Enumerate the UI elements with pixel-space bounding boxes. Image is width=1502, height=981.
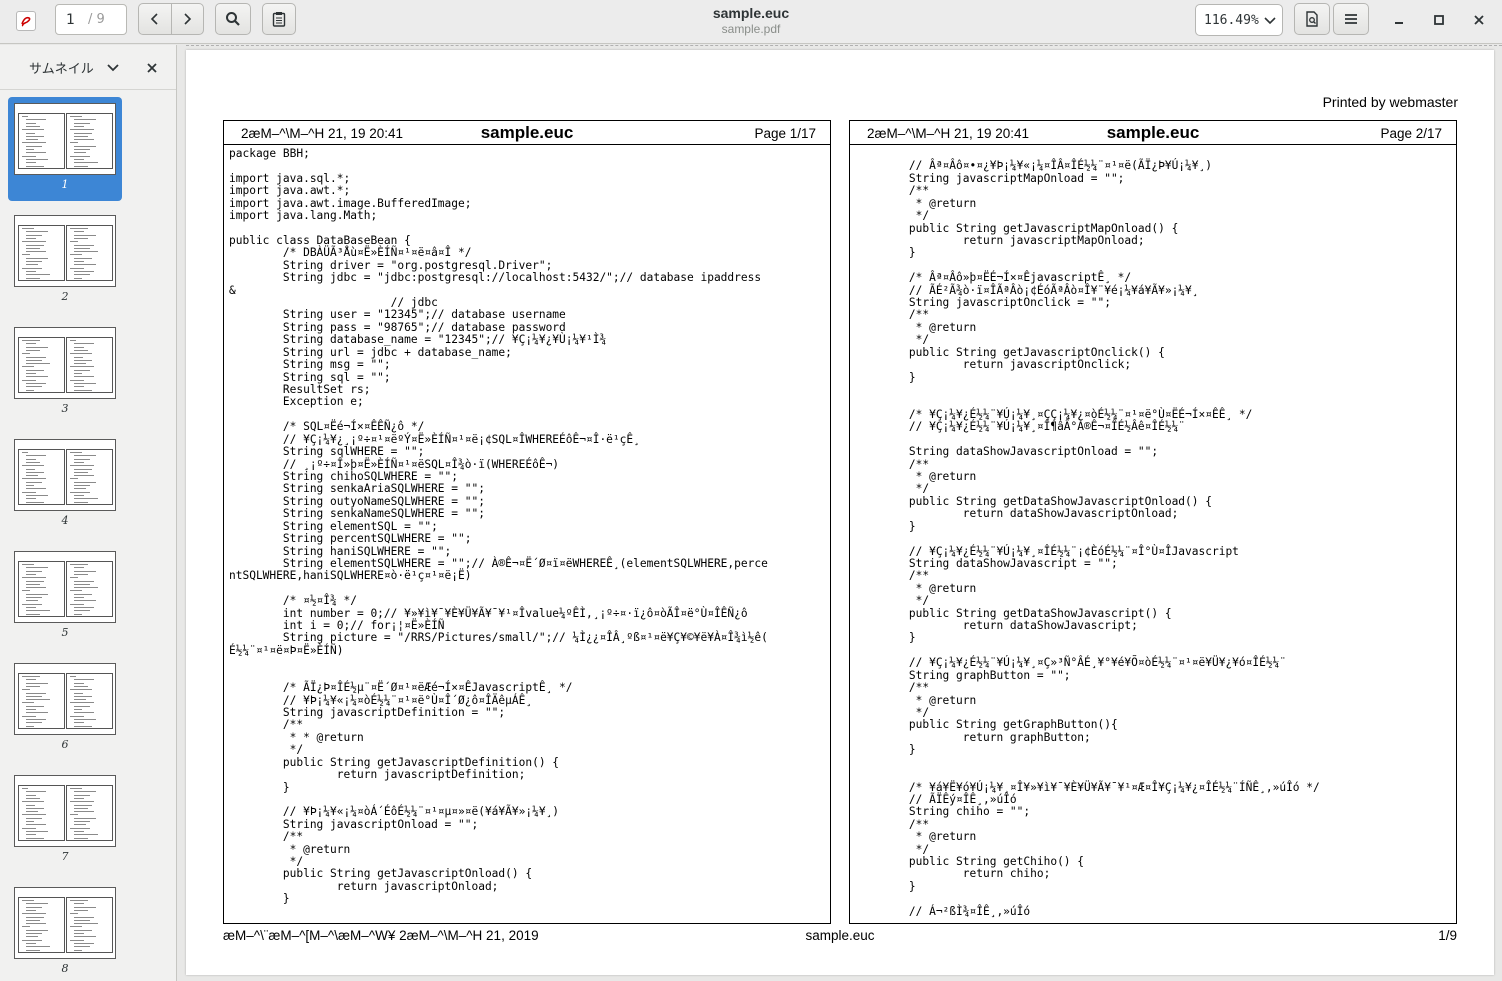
sidebar: サムネイル 1 2 3 4 5 6 7 8 [0, 45, 177, 981]
document-search-icon [1306, 11, 1318, 27]
page-thumbnail-image [14, 551, 116, 623]
zoom-selector[interactable]: 116.49% [1195, 4, 1283, 36]
page-thumbnail-image [14, 215, 116, 287]
next-page-button[interactable] [170, 4, 204, 34]
thumbnail-page-label: 8 [61, 962, 69, 975]
thumbnail-page-label: 5 [61, 626, 69, 639]
thumbnail-page-label: 4 [61, 514, 69, 527]
thumbnail-page-label: 3 [61, 402, 69, 415]
hamburger-menu-icon [1345, 14, 1357, 24]
listing-header: 2æM–^\M–^H 21, 19 20:41 sample.euc Page … [224, 121, 830, 145]
maximize-icon [1434, 15, 1444, 25]
sidebar-view-label[interactable]: サムネイル [29, 58, 94, 77]
thumbnail-page-4[interactable]: 4 [8, 433, 122, 537]
sidebar-divider [0, 89, 176, 90]
listing-page-number: Page 2/17 [1380, 126, 1442, 141]
page-thumbnail-image [14, 439, 116, 511]
thumbnail-page-8[interactable]: 8 [8, 881, 122, 981]
page-thumbnail-image [14, 775, 116, 847]
window-title: sample.euc [712, 5, 790, 21]
page-separator [186, 45, 1502, 47]
chevron-right-icon [184, 13, 192, 25]
document-view[interactable]: Printed by webmaster 2æM–^\M–^H 21, 19 2… [178, 45, 1502, 981]
page-navigation [138, 3, 204, 35]
page-thumbnail-image [14, 327, 116, 399]
thumbnail-page-label: 2 [61, 290, 69, 303]
source-code-text: package BBH; import java.sql.*; import j… [229, 148, 768, 906]
close-window-button[interactable] [1467, 8, 1491, 32]
annotations-button[interactable] [262, 3, 296, 35]
clipboard-icon [272, 12, 286, 27]
minimize-icon [1395, 22, 1403, 24]
window-subtitle: sample.pdf [721, 22, 781, 36]
code-listing-right: 2æM–^\M–^H 21, 19 20:41 sample.euc Page … [849, 120, 1457, 924]
page-thumbnail-image [14, 103, 116, 175]
listing-filename: sample.euc [1106, 123, 1200, 142]
thumbnail-page-6[interactable]: 6 [8, 657, 122, 761]
thumbnail-page-5[interactable]: 5 [8, 545, 122, 649]
search-icon [226, 12, 240, 26]
close-icon [1474, 15, 1484, 25]
page-thumbnail-image [14, 887, 116, 959]
maximize-button[interactable] [1427, 8, 1451, 32]
sidebar-header: サムネイル [0, 45, 176, 89]
page-number-input[interactable] [56, 11, 88, 28]
previous-page-button[interactable] [139, 4, 171, 34]
footer-sheet-number: 1/9 [1438, 928, 1457, 943]
pdf-page: Printed by webmaster 2æM–^\M–^H 21, 19 2… [186, 50, 1494, 975]
listing-page-number: Page 1/17 [754, 126, 816, 141]
thumbnail-page-label: 1 [61, 178, 69, 191]
code-listing-left: 2æM–^\M–^H 21, 19 20:41 sample.euc Page … [223, 120, 831, 924]
main-menu-button[interactable] [1333, 3, 1369, 35]
thumbnail-page-label: 7 [61, 850, 69, 863]
chevron-left-icon [150, 13, 158, 25]
listing-filename: sample.euc [480, 123, 574, 142]
document-viewer-app-icon [16, 11, 36, 31]
footer-filename: sample.euc [805, 928, 875, 943]
search-button[interactable] [215, 3, 251, 35]
chevron-down-icon[interactable] [1258, 5, 1282, 35]
chevron-down-icon[interactable] [106, 59, 120, 78]
thumbnail-page-7[interactable]: 7 [8, 769, 122, 873]
listing-header: 2æM–^\M–^H 21, 19 20:41 sample.euc Page … [850, 121, 1456, 145]
document-properties-button[interactable] [1294, 3, 1330, 35]
page-number-entry[interactable]: / 9 [55, 4, 127, 35]
thumbnail-page-label: 6 [61, 738, 69, 751]
page-total-label: / 9 [88, 12, 105, 27]
printed-by-label: Printed by webmaster [1322, 94, 1458, 110]
minimize-button[interactable] [1387, 8, 1411, 32]
page-thumbnail-image [14, 663, 116, 735]
header-bar: / 9 sample.euc sample.pdf 116.49% [0, 0, 1502, 44]
thumbnail-page-3[interactable]: 3 [8, 321, 122, 425]
close-sidebar-icon[interactable] [146, 59, 158, 78]
source-code-text: // Âª¤Âô¤•¤¿¥Þ¡¼¥«¡¼¤ÎÂ¤ÎÉ½¼¨¤¹¤ë(ÃÏ¿Þ¥Ú… [908, 159, 1320, 918]
thumbnail-page-2[interactable]: 2 [8, 209, 122, 313]
window-title-block: sample.euc sample.pdf [600, 5, 902, 36]
thumbnail-page-1[interactable]: 1 [8, 97, 122, 201]
zoom-level: 116.49% [1204, 12, 1259, 28]
